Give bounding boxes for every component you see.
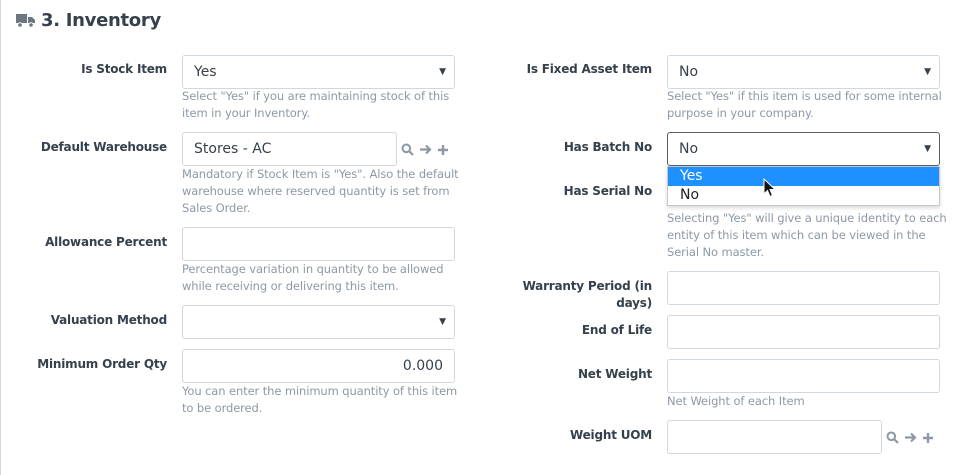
search-icon[interactable] — [886, 431, 899, 444]
section-title: 3. Inventory — [41, 9, 161, 31]
warranty-period-label: Warranty Period (in days) — [522, 279, 653, 310]
has-serial-no-help: Selecting "Yes" will give a unique ident… — [667, 211, 947, 259]
has-batch-no-value: No — [679, 141, 699, 157]
valuation-method-select[interactable]: ▼ — [182, 305, 455, 339]
net-weight-help: Net Weight of each Item — [667, 394, 805, 408]
mouse-cursor-icon — [763, 178, 777, 198]
default-warehouse-label: Default Warehouse — [40, 140, 167, 154]
arrow-right-icon[interactable] — [419, 143, 432, 156]
truck-icon — [16, 12, 36, 28]
net-weight-input[interactable] — [667, 359, 940, 393]
default-warehouse-value: Stores - AC — [194, 141, 272, 157]
chevron-down-icon: ▼ — [439, 317, 446, 327]
has-batch-no-dropdown: Yes No — [667, 166, 940, 206]
allowance-percent-label: Allowance Percent — [45, 235, 167, 249]
end-of-life-label: End of Life — [581, 323, 652, 337]
weight-uom-label: Weight UOM — [570, 428, 652, 442]
arrow-right-icon[interactable] — [904, 431, 917, 444]
is-fixed-asset-select[interactable]: No ▼ — [667, 55, 940, 89]
section-header[interactable]: 3. Inventory — [16, 8, 161, 32]
has-batch-no-select[interactable]: No ▼ — [667, 132, 940, 166]
min-order-qty-help: You can enter the minimum quantity of th… — [182, 384, 458, 415]
plus-icon[interactable] — [437, 144, 449, 156]
warranty-period-input[interactable] — [667, 271, 940, 305]
chevron-down-icon: ▼ — [924, 144, 931, 154]
end-of-life-input[interactable] — [667, 315, 940, 349]
has-batch-no-label: Has Batch No — [563, 140, 652, 154]
is-stock-item-select[interactable]: Yes ▼ — [182, 55, 455, 89]
dropdown-option-yes[interactable]: Yes — [668, 167, 939, 186]
is-stock-item-help: Select "Yes" if you are maintaining stoc… — [182, 89, 450, 120]
default-warehouse-link-actions — [401, 143, 449, 156]
min-order-qty-label: Minimum Order Qty — [37, 357, 167, 371]
page-left-border — [0, 0, 1, 475]
min-order-qty-input[interactable]: 0.000 — [182, 349, 455, 383]
search-icon[interactable] — [401, 143, 414, 156]
dropdown-option-no[interactable]: No — [668, 186, 939, 205]
valuation-method-label: Valuation Method — [50, 313, 167, 327]
default-warehouse-help: Mandatory if Stock Item is "Yes". Also t… — [182, 167, 459, 215]
is-stock-item-label: Is Stock Item — [81, 62, 167, 76]
min-order-qty-value: 0.000 — [402, 358, 443, 374]
plus-icon[interactable] — [922, 432, 934, 444]
weight-uom-input[interactable] — [667, 420, 882, 454]
allowance-percent-input[interactable] — [182, 227, 455, 261]
allowance-percent-help: Percentage variation in quantity to be a… — [182, 262, 444, 293]
is-fixed-asset-help: Select "Yes" if this item is used for so… — [667, 89, 942, 120]
default-warehouse-input[interactable]: Stores - AC — [182, 132, 397, 166]
net-weight-label: Net Weight — [577, 367, 652, 381]
is-fixed-asset-label: Is Fixed Asset Item — [526, 62, 653, 76]
has-serial-no-label: Has Serial No — [563, 184, 653, 198]
chevron-down-icon: ▼ — [439, 67, 446, 77]
chevron-down-icon: ▼ — [924, 67, 931, 77]
weight-uom-link-actions — [886, 431, 934, 444]
is-stock-item-value: Yes — [194, 64, 217, 80]
is-fixed-asset-value: No — [679, 64, 699, 80]
